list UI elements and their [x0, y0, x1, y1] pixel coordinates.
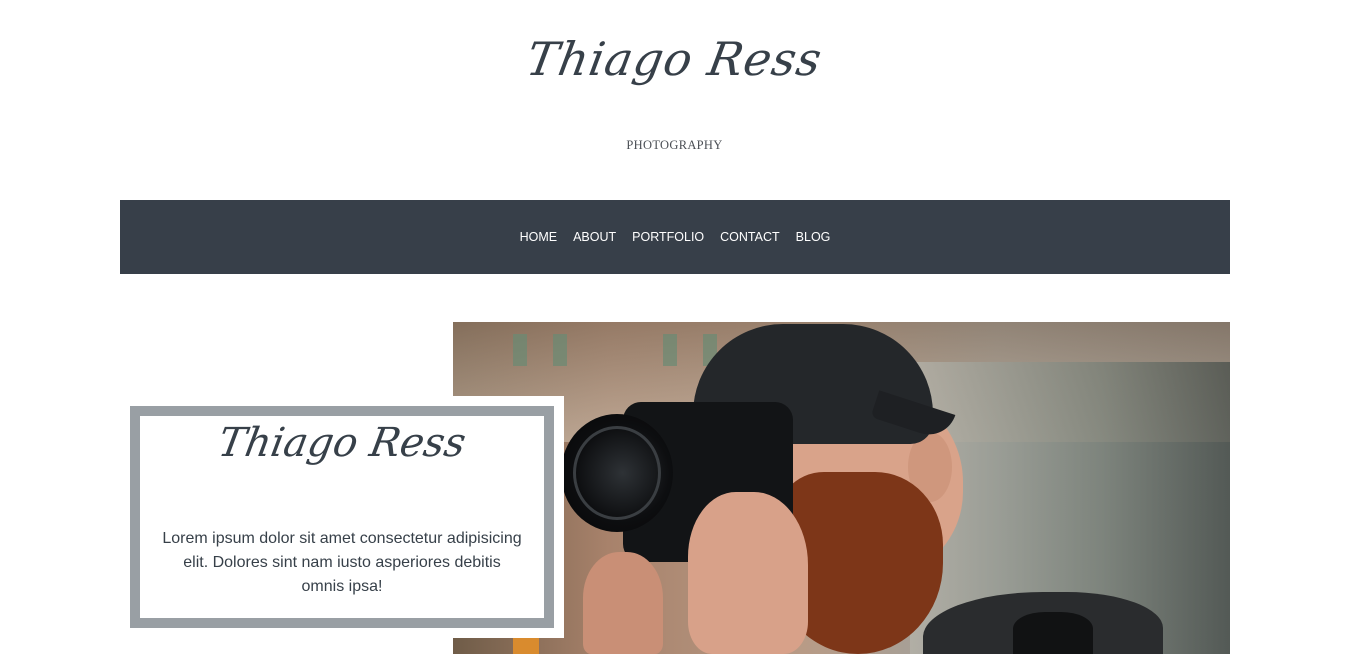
camera-lens-ring [573, 426, 661, 520]
nav-about[interactable]: ABOUT [573, 230, 616, 244]
hero-hand [688, 492, 808, 654]
site-logo[interactable]: Thiago Ress [0, 32, 1349, 86]
hero-backpack-strap [1013, 612, 1093, 654]
site-header: Thiago Ress PHOTOGRAPHY [0, 0, 1349, 200]
hero-window [663, 334, 677, 366]
main-nav: HOME ABOUT PORTFOLIO CONTACT BLOG [120, 200, 1230, 274]
hero-hand-left [583, 552, 663, 654]
hero-window [553, 334, 567, 366]
intro-card-logo: Thiago Ress [214, 420, 470, 466]
nav-blog[interactable]: BLOG [796, 230, 831, 244]
intro-card-text: Lorem ipsum dolor sit amet consectetur a… [162, 530, 522, 595]
nav-contact[interactable]: CONTACT [720, 230, 780, 244]
site-subtitle: PHOTOGRAPHY [626, 138, 723, 152]
nav-portfolio[interactable]: PORTFOLIO [632, 230, 704, 244]
hero-photo [453, 322, 1230, 654]
hero-window [513, 334, 527, 366]
nav-home[interactable]: HOME [520, 230, 558, 244]
